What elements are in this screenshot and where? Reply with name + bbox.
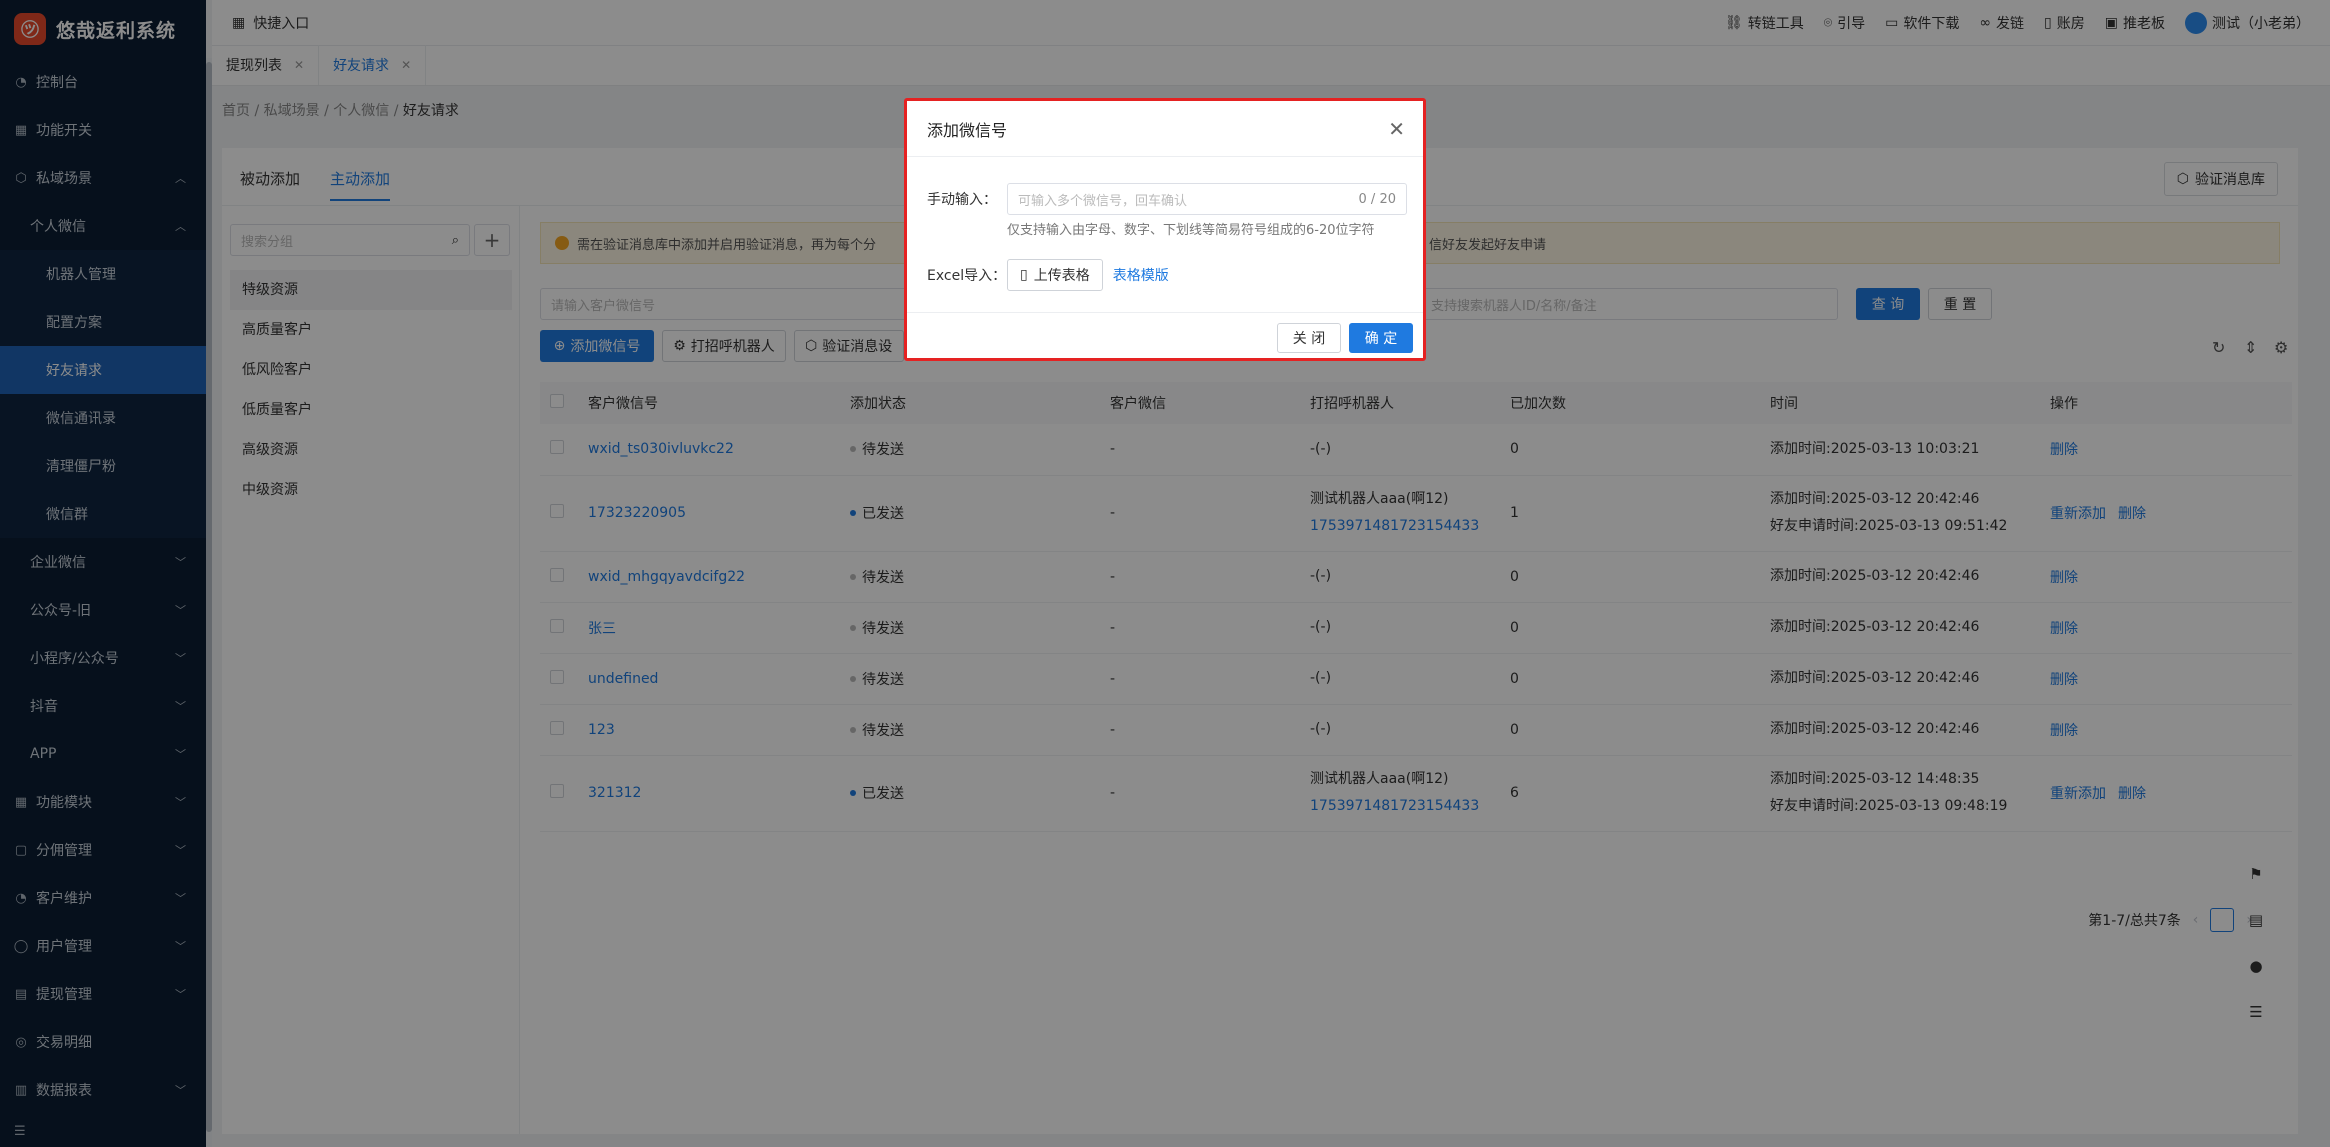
upload-sheet-button[interactable]: ▯ 上传表格 [1007, 259, 1103, 291]
confirm-button[interactable]: 确 定 [1349, 323, 1413, 353]
manual-input-hint: 仅支持输入由字母、数字、下划线等简易符号组成的6-20位字符 [1007, 223, 1375, 238]
excel-import-row: Excel导入： ▯ 上传表格 表格模版 [927, 259, 1169, 291]
excel-import-label: Excel导入： [927, 268, 1007, 284]
wx-tags-input[interactable]: 可输入多个微信号，回车确认 0 / 20 [1007, 183, 1407, 215]
file-icon: ▯ [1020, 267, 1028, 283]
close-icon[interactable]: ✕ [1388, 117, 1405, 141]
modal-title: 添加微信号 [927, 120, 1008, 140]
manual-input-label: 手动输入： [927, 192, 997, 208]
upload-sheet-label: 上传表格 [1033, 268, 1090, 284]
sheet-template-link[interactable]: 表格模版 [1113, 265, 1169, 285]
modal-header: 添加微信号 ✕ [907, 101, 1423, 157]
wx-tags-placeholder: 可输入多个微信号，回车确认 [1018, 193, 1188, 209]
manual-input-row: 手动输入： 可输入多个微信号，回车确认 0 / 20 [927, 183, 1407, 215]
close-button[interactable]: 关 闭 [1277, 323, 1341, 353]
modal-footer: 关 闭 确 定 [907, 312, 1423, 361]
wx-tags-count: 0 / 20 [1358, 191, 1396, 207]
add-wx-modal: 添加微信号 ✕ 手动输入： 可输入多个微信号，回车确认 0 / 20 仅支持输入… [904, 98, 1426, 361]
